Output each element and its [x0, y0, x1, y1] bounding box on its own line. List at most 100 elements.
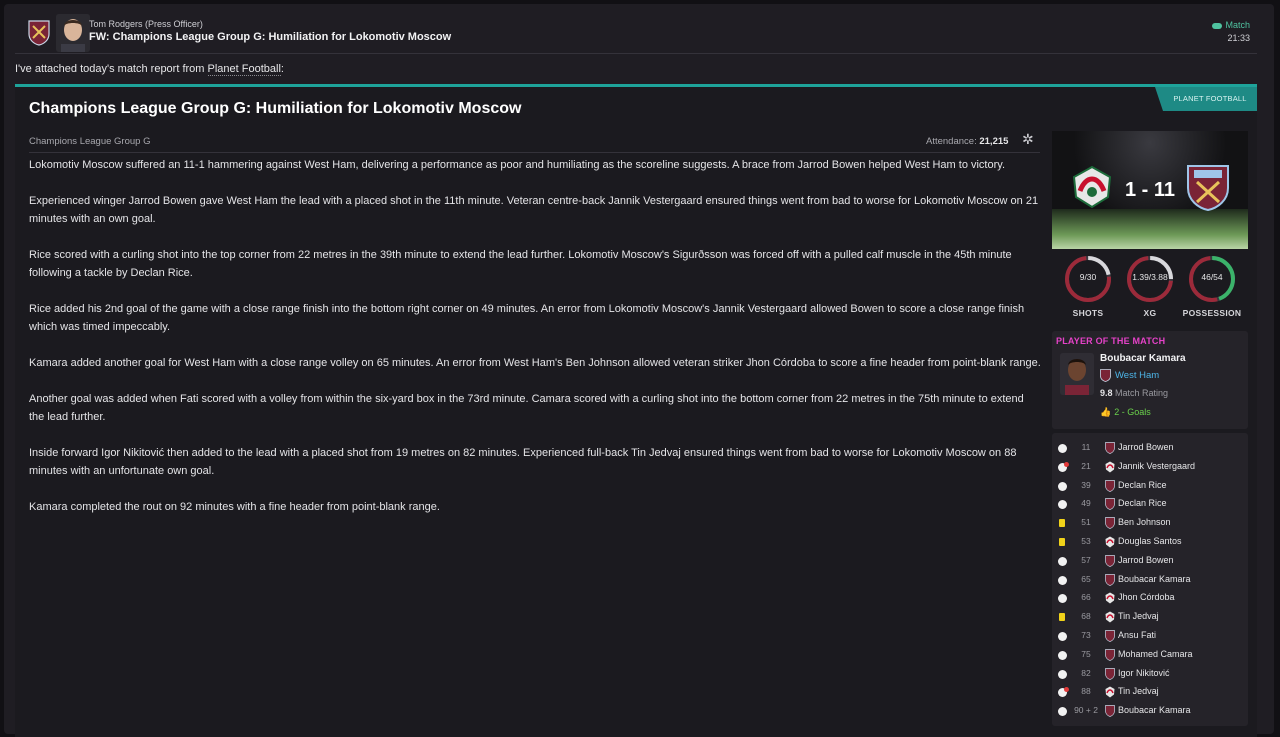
event-player-name[interactable]: Tin Jedvaj [1118, 611, 1159, 621]
stat-xg[interactable]: 1.39/3.88 XG [1120, 254, 1180, 318]
own-goal-icon [1058, 461, 1069, 472]
goal-icon [1058, 669, 1067, 679]
header-meta: Match 21:33 [1212, 20, 1250, 43]
attendance-value: 21,215 [979, 136, 1009, 147]
event-row[interactable]: 73 Ansu Fati [1052, 627, 1248, 646]
potm-goals-text: 2 - Goals [1114, 407, 1151, 417]
potm-rating-value: 9.8 [1100, 388, 1113, 398]
yellow-card-icon [1058, 613, 1067, 622]
event-player-name[interactable]: Jarrod Bowen [1118, 555, 1174, 565]
event-row[interactable]: 68 Tin Jedvaj [1052, 608, 1248, 627]
message-subject: FW: Champions League Group G: Humiliatio… [89, 31, 452, 43]
event-minute: 82 [1081, 667, 1091, 678]
goal-icon [1058, 707, 1067, 717]
event-player-name[interactable]: Ben Johnson [1118, 517, 1171, 527]
message-header: Tom Rodgers (Press Officer) FW: Champion… [28, 14, 1258, 54]
yellow-card-icon [1058, 519, 1067, 528]
article-paragraph: Inside forward Igor Nikitović then added… [29, 447, 1017, 477]
event-minute: 21 [1081, 460, 1091, 471]
event-minute: 68 [1081, 611, 1091, 622]
match-link[interactable]: Match [1212, 20, 1250, 30]
event-row[interactable]: 82 Igor Nikitović [1052, 665, 1248, 684]
potm-player-photo[interactable] [1060, 353, 1094, 395]
event-minute: 75 [1081, 648, 1091, 659]
event-minute: 39 [1081, 479, 1091, 490]
goal-icon [1058, 500, 1067, 510]
event-player-name[interactable]: Mohamed Camara [1118, 649, 1193, 659]
goal-icon [1058, 444, 1067, 453]
potm-rating-label: Match Rating [1115, 388, 1169, 398]
event-minute: 65 [1081, 573, 1091, 584]
stat-shots[interactable]: 9/30 SHOTS [1058, 254, 1118, 318]
source-tag: PLANET FOOTBALL [1155, 87, 1257, 111]
sender-avatar[interactable] [56, 14, 90, 52]
shots-label: SHOTS [1072, 308, 1104, 318]
xg-label: XG [1143, 308, 1157, 318]
attendance-label: Attendance: [926, 136, 977, 147]
shots-value: 9/30 [1079, 272, 1097, 282]
xg-value: 1.39/3.88 [1132, 272, 1168, 282]
event-player-name[interactable]: Ansu Fati [1118, 630, 1156, 640]
event-row[interactable]: 57 Jarrod Bowen [1052, 552, 1248, 571]
event-player-name[interactable]: Tin Jedvaj [1118, 686, 1159, 696]
competition-label[interactable]: Champions League Group G [29, 136, 150, 147]
event-row[interactable]: 21 Jannik Vestergaard [1052, 458, 1248, 477]
stat-possession[interactable]: 46/54 POSSESSION [1182, 254, 1242, 318]
west-ham-crest-icon [1105, 554, 1115, 567]
event-minute: 51 [1081, 517, 1091, 528]
event-player-name[interactable]: Jhon Córdoba [1118, 592, 1175, 602]
match-icon [1212, 22, 1223, 29]
event-row[interactable]: 49 Declan Rice [1052, 495, 1248, 514]
event-row[interactable]: 66 Jhon Córdoba [1052, 589, 1248, 608]
event-row[interactable]: 65 Boubacar Kamara [1052, 571, 1248, 590]
match-link-label: Match [1225, 20, 1250, 30]
west-ham-crest-icon [1100, 369, 1111, 382]
event-minute: 66 [1081, 592, 1091, 603]
event-row[interactable]: 88 Tin Jedvaj [1052, 683, 1248, 702]
event-row[interactable]: 90 + 2 Boubacar Kamara [1052, 702, 1248, 721]
own-goal-icon [1058, 687, 1069, 698]
west-ham-crest-icon [1105, 479, 1115, 492]
intro-prefix: I've attached today's match report from [15, 63, 208, 75]
event-player-name[interactable]: Douglas Santos [1118, 536, 1182, 546]
goal-icon [1058, 575, 1067, 585]
intro-text: I've attached today's match report from … [15, 63, 284, 76]
goal-icon [1058, 481, 1067, 491]
goal-icon [1058, 632, 1067, 641]
lokomotiv-crest-icon [1105, 461, 1115, 473]
event-player-name[interactable]: Boubacar Kamara [1118, 574, 1191, 584]
event-row[interactable]: 39 Declan Rice [1052, 477, 1248, 496]
article-title: Champions League Group G: Humiliation fo… [29, 100, 522, 117]
event-player-name[interactable]: Jarrod Bowen [1118, 442, 1174, 452]
west-ham-crest-icon [1105, 442, 1115, 454]
west-ham-crest-icon [1105, 573, 1115, 586]
article-paragraph: Rice added his 2nd goal of the game with… [29, 303, 1025, 333]
potm-goals: 👍 2 - Goals [1100, 407, 1151, 418]
event-player-name[interactable]: Igor Nikitović [1118, 668, 1170, 678]
potm-club-name: West Ham [1115, 370, 1160, 382]
potm-player-name[interactable]: Boubacar Kamara [1100, 353, 1186, 364]
west-ham-crest-icon [1105, 498, 1115, 511]
source-link[interactable]: Planet Football [207, 63, 281, 76]
event-player-name[interactable]: Declan Rice [1118, 498, 1167, 508]
possession-value: 46/54 [1201, 272, 1223, 282]
intro-suffix: : [280, 63, 284, 75]
event-row[interactable]: 51 Ben Johnson [1052, 514, 1248, 533]
west-ham-badge-icon[interactable] [1186, 164, 1230, 212]
article-paragraph: Kamara added another goal for West Ham w… [29, 357, 1041, 369]
event-row[interactable]: 53 Douglas Santos [1052, 533, 1248, 552]
event-player-name[interactable]: Declan Rice [1118, 480, 1167, 490]
west-ham-crest-icon [1105, 667, 1115, 680]
match-stats: 9/30 SHOTS 1.39/3.88 XG 46/54 POSSESSION [1052, 254, 1248, 324]
west-ham-crest-icon [1105, 705, 1115, 718]
match-events-list: 11 Jarrod Bowen 21 Jannik Vestergaard 39 Decl… [1052, 433, 1248, 726]
event-player-name[interactable]: Boubacar Kamara [1118, 705, 1191, 715]
stadium-icon[interactable]: ✲ [1022, 132, 1036, 146]
event-row[interactable]: 11 Jarrod Bowen [1052, 439, 1248, 458]
yellow-card-icon [1058, 538, 1067, 547]
event-row[interactable]: 75 Mohamed Camara [1052, 646, 1248, 665]
potm-club-link[interactable]: West Ham [1100, 369, 1159, 382]
sender-name: Tom Rodgers (Press Officer) [89, 19, 203, 29]
event-player-name[interactable]: Jannik Vestergaard [1118, 461, 1195, 471]
possession-label: POSSESSION [1182, 308, 1242, 318]
